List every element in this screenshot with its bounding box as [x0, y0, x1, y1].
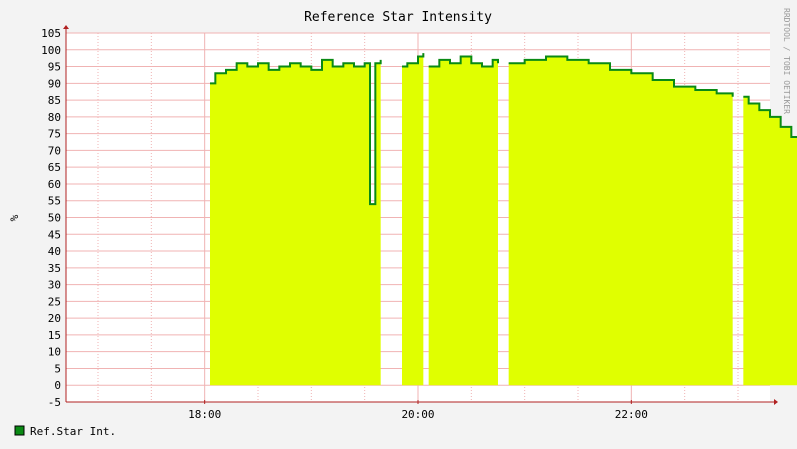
- y-tick-label: 70: [48, 144, 61, 157]
- legend: Ref.Star Int.: [14, 425, 116, 438]
- legend-label: Ref.Star Int.: [30, 425, 116, 438]
- x-tick-labels: 18:0020:0022:0000:0002:0004:0006:00: [188, 408, 648, 421]
- y-axis-label: %: [8, 214, 21, 221]
- chart-title: Reference Star Intensity: [304, 10, 492, 25]
- y-tick-label: 60: [48, 178, 61, 191]
- y-tick-label: 45: [48, 228, 61, 241]
- y-tick-label: -5: [48, 396, 61, 409]
- intensity-chart: Reference Star Intensity % RRDTOOL / TOB…: [8, 8, 797, 438]
- y-tick-label: 30: [48, 279, 61, 292]
- y-tick-label: 15: [48, 329, 61, 342]
- y-tick-label: 25: [48, 295, 61, 308]
- area-fill: [428, 56, 498, 386]
- y-tick-label: 90: [48, 77, 61, 90]
- y-tick-label: 0: [54, 379, 61, 392]
- area-fill: [402, 53, 424, 386]
- x-axis-arrow: [774, 399, 778, 405]
- y-tick-label: 105: [41, 27, 61, 40]
- watermark: RRDTOOL / TOBI OETIKER: [782, 8, 791, 114]
- y-tick-label: 85: [48, 94, 61, 107]
- y-tick-label: 55: [48, 195, 61, 208]
- area-fill: [508, 56, 733, 386]
- x-tick-label: 22:00: [615, 408, 648, 421]
- y-tick-label: 80: [48, 111, 61, 124]
- y-tick-label: 20: [48, 312, 61, 325]
- y-tick-label: 95: [48, 61, 61, 74]
- y-tick-label: 65: [48, 161, 61, 174]
- area-fill: [210, 59, 381, 386]
- y-tick-label: 40: [48, 245, 61, 258]
- y-tick-label: 5: [54, 362, 61, 375]
- area-fill: [743, 96, 797, 386]
- y-tick-label: 75: [48, 128, 61, 141]
- y-axis-arrow: [63, 25, 69, 29]
- x-tick-label: 18:00: [188, 408, 221, 421]
- legend-swatch: [14, 425, 25, 436]
- x-tick-label: 20:00: [401, 408, 434, 421]
- y-tick-labels: -5 0 5 10 15 20 25 30 35 40 45 50 55 60 65 70 75 80 85 90 95…: [41, 27, 61, 409]
- y-tick-label: 35: [48, 262, 61, 275]
- y-tick-label: 100: [41, 44, 61, 57]
- y-tick-label: 10: [48, 346, 61, 359]
- y-tick-label: 50: [48, 212, 61, 225]
